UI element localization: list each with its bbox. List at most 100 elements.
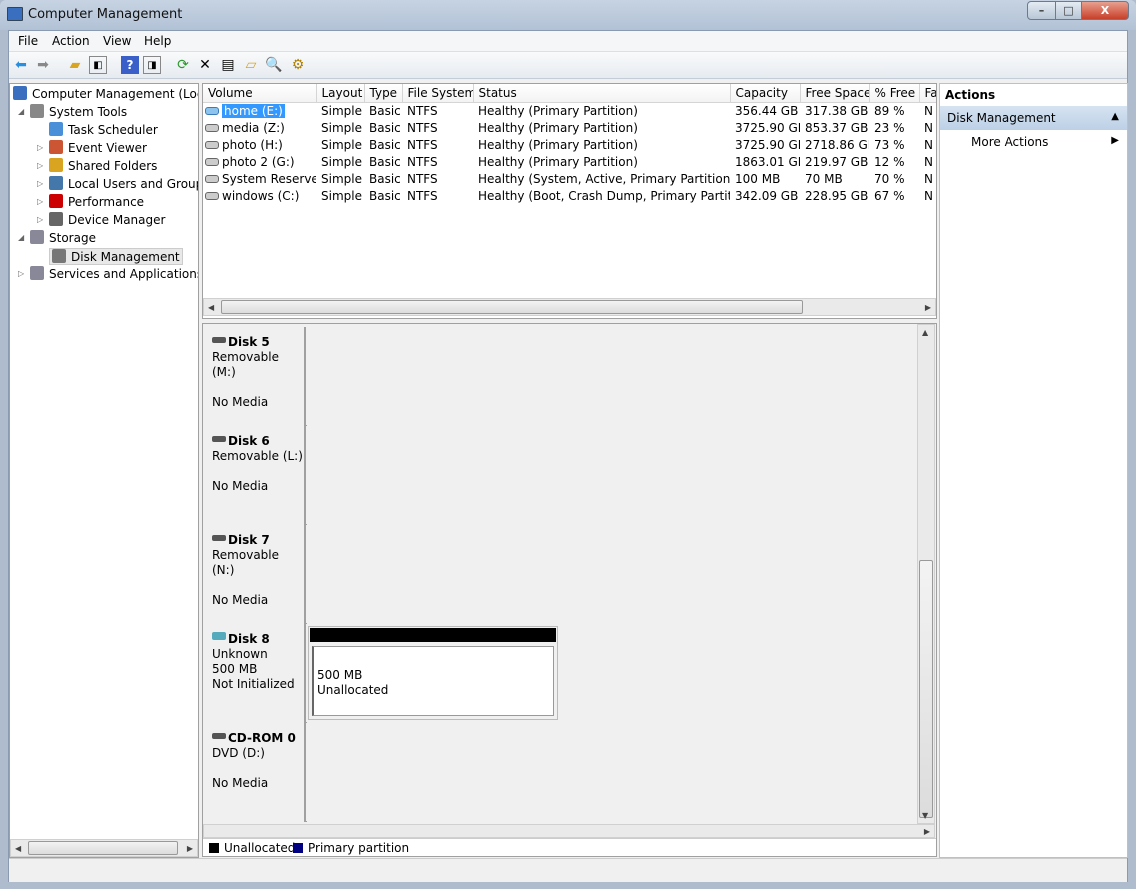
column-header[interactable]: Free Space (800, 84, 870, 103)
expand-icon[interactable]: ◢ (18, 107, 24, 116)
disk-name: Disk 6 (228, 434, 270, 448)
cell: N (924, 137, 933, 152)
minimize-button[interactable]: – (1027, 1, 1056, 20)
disk-icon (212, 535, 226, 541)
tree-item-device-manager[interactable]: Device Manager (49, 212, 165, 227)
column-header[interactable]: Type (364, 84, 403, 103)
disk-label[interactable]: Disk 8 Unknown 500 MB Not Initialized (203, 624, 306, 723)
volume-icon (205, 191, 219, 200)
expand-icon[interactable]: ◢ (18, 233, 24, 242)
cell: NTFS (407, 103, 438, 118)
column-header[interactable]: Fa (919, 84, 936, 103)
computer-icon (13, 86, 27, 100)
forward-icon[interactable]: ➡ (34, 56, 52, 74)
delete-icon[interactable]: ✕ (196, 56, 214, 74)
expand-icon[interactable]: ▷ (37, 197, 43, 206)
tree-item-services-and-applications[interactable]: Services and Applications (30, 266, 198, 281)
tree-item-system-tools[interactable]: System Tools (30, 104, 127, 119)
back-icon[interactable]: ⬅ (12, 56, 30, 74)
disk-row[interactable]: Disk 5 Removable (M:) No Media (203, 327, 916, 426)
cell: N (924, 103, 933, 118)
tree-item-root[interactable]: Computer Management (Local (13, 86, 198, 101)
disk-label[interactable]: CD-ROM 0 DVD (D:) No Media (203, 723, 306, 822)
refresh-icon[interactable]: ⟳ (174, 56, 192, 74)
cell: 3725.90 GB (735, 120, 800, 135)
cell: 23 % (874, 120, 905, 135)
cell: NTFS (407, 120, 438, 135)
column-header[interactable]: Volume (203, 84, 317, 103)
disk-row[interactable]: Disk 7 Removable (N:) No Media (203, 525, 916, 624)
table-row[interactable]: windows (C:) Simple Basic NTFS Healthy (Boot… (203, 187, 936, 204)
collapse-icon[interactable]: ▲ (1111, 111, 1119, 122)
expand-icon[interactable]: ▷ (37, 143, 43, 152)
search-icon[interactable]: 🔍 (265, 56, 283, 74)
computer-management-icon (7, 7, 23, 21)
disk-graphical-view: Disk 5 Removable (M:) No Media Disk 6 Remova… (202, 323, 937, 857)
expand-icon[interactable]: ▷ (37, 215, 43, 224)
cell: Basic (369, 154, 401, 169)
column-header[interactable]: Layout (316, 84, 365, 103)
tree-item-disk-management[interactable]: Disk Management (49, 248, 183, 265)
volume-icon (205, 157, 219, 166)
column-header[interactable]: Capacity (730, 84, 801, 103)
legend-swatch-unallocated (209, 843, 219, 853)
tree-item-local-users-and-groups[interactable]: Local Users and Groups (49, 176, 198, 191)
cell: Healthy (Primary Partition) (478, 103, 638, 118)
close-button[interactable]: X (1081, 1, 1129, 20)
volume-name: photo 2 (G:) (203, 153, 316, 170)
disk-label[interactable]: Disk 7 Removable (N:) No Media (203, 525, 306, 624)
menu-file[interactable]: File (18, 34, 38, 48)
tree-item-performance[interactable]: Performance (49, 194, 144, 209)
cell: Healthy (Primary Partition) (478, 120, 638, 135)
tree-item-shared-folders[interactable]: Shared Folders (49, 158, 157, 173)
cell: 2718.86 GB (805, 137, 869, 152)
open-icon[interactable]: ▱ (242, 56, 260, 74)
column-header[interactable]: % Free (869, 84, 920, 103)
tree-item-event-viewer[interactable]: Event Viewer (49, 140, 147, 155)
help-icon[interactable]: ? (121, 56, 139, 74)
action-more-actions[interactable]: More Actions ▶ (940, 132, 1127, 152)
properties-icon[interactable]: ▤ (219, 56, 237, 74)
show-hide-tree-icon[interactable]: ◧ (89, 56, 107, 74)
volume-icon (205, 140, 219, 149)
tree-item-storage[interactable]: Storage (30, 230, 96, 245)
cell: Simple (321, 188, 362, 203)
volume-list: Volume Layout Type File System Status Capacit… (202, 83, 937, 319)
status-bar (9, 858, 1127, 882)
partition-unallocated[interactable]: 500 MB Unallocated (308, 626, 558, 720)
maximize-button[interactable]: □ (1055, 1, 1082, 20)
disk-horizontal-scrollbar[interactable]: ▶ (203, 824, 935, 838)
disk-status: No Media (212, 776, 269, 790)
column-header[interactable]: Status (473, 84, 731, 103)
menu-help[interactable]: Help (144, 34, 171, 48)
table-row[interactable]: home (E:) Simple Basic NTFS Healthy (Primary… (203, 102, 936, 119)
performance-icon (49, 194, 63, 208)
disk-label[interactable]: Disk 6 Removable (L:) No Media (203, 426, 306, 525)
menu-action[interactable]: Action (52, 34, 90, 48)
menu-view[interactable]: View (103, 34, 131, 48)
volume-horizontal-scrollbar[interactable]: ◀ ▶ (203, 298, 936, 316)
disk-label[interactable]: Disk 5 Removable (M:) No Media (203, 327, 306, 426)
up-folder-icon[interactable]: ▰ (66, 56, 84, 74)
tree-item-task-scheduler[interactable]: Task Scheduler (49, 122, 158, 137)
disk-row[interactable]: Disk 8 Unknown 500 MB Not Initialized 500 MB… (203, 624, 916, 723)
settings-icon[interactable]: ⚙ (289, 56, 307, 74)
disk-vertical-scrollbar[interactable]: ▲ ▼ (917, 324, 935, 824)
disk-row[interactable]: Disk 6 Removable (L:) No Media (203, 426, 916, 525)
column-header[interactable]: File System (402, 84, 474, 103)
expand-icon[interactable]: ▷ (18, 269, 24, 278)
show-hide-action-pane-icon[interactable]: ◨ (143, 56, 161, 74)
table-row[interactable]: System Reserved Simple Basic NTFS Healthy (S… (203, 170, 936, 187)
actions-section-disk-management[interactable]: Disk Management ▲ (940, 106, 1127, 130)
table-row[interactable]: media (Z:) Simple Basic NTFS Healthy (Primar… (203, 119, 936, 136)
tree-horizontal-scrollbar[interactable]: ◀ ▶ (10, 839, 198, 857)
expand-icon[interactable]: ▷ (37, 161, 43, 170)
table-row[interactable]: photo 2 (G:) Simple Basic NTFS Healthy (Prim… (203, 153, 936, 170)
cell: N (924, 120, 933, 135)
console-tree: Computer Management (Local ◢ System Tools… (9, 83, 199, 858)
disk-row[interactable]: CD-ROM 0 DVD (D:) No Media (203, 723, 916, 822)
table-row[interactable]: photo (H:) Simple Basic NTFS Healthy (Primar… (203, 136, 936, 153)
disk-status: No Media (212, 593, 269, 607)
expand-icon[interactable]: ▷ (37, 179, 43, 188)
cell: Healthy (Primary Partition) (478, 137, 638, 152)
